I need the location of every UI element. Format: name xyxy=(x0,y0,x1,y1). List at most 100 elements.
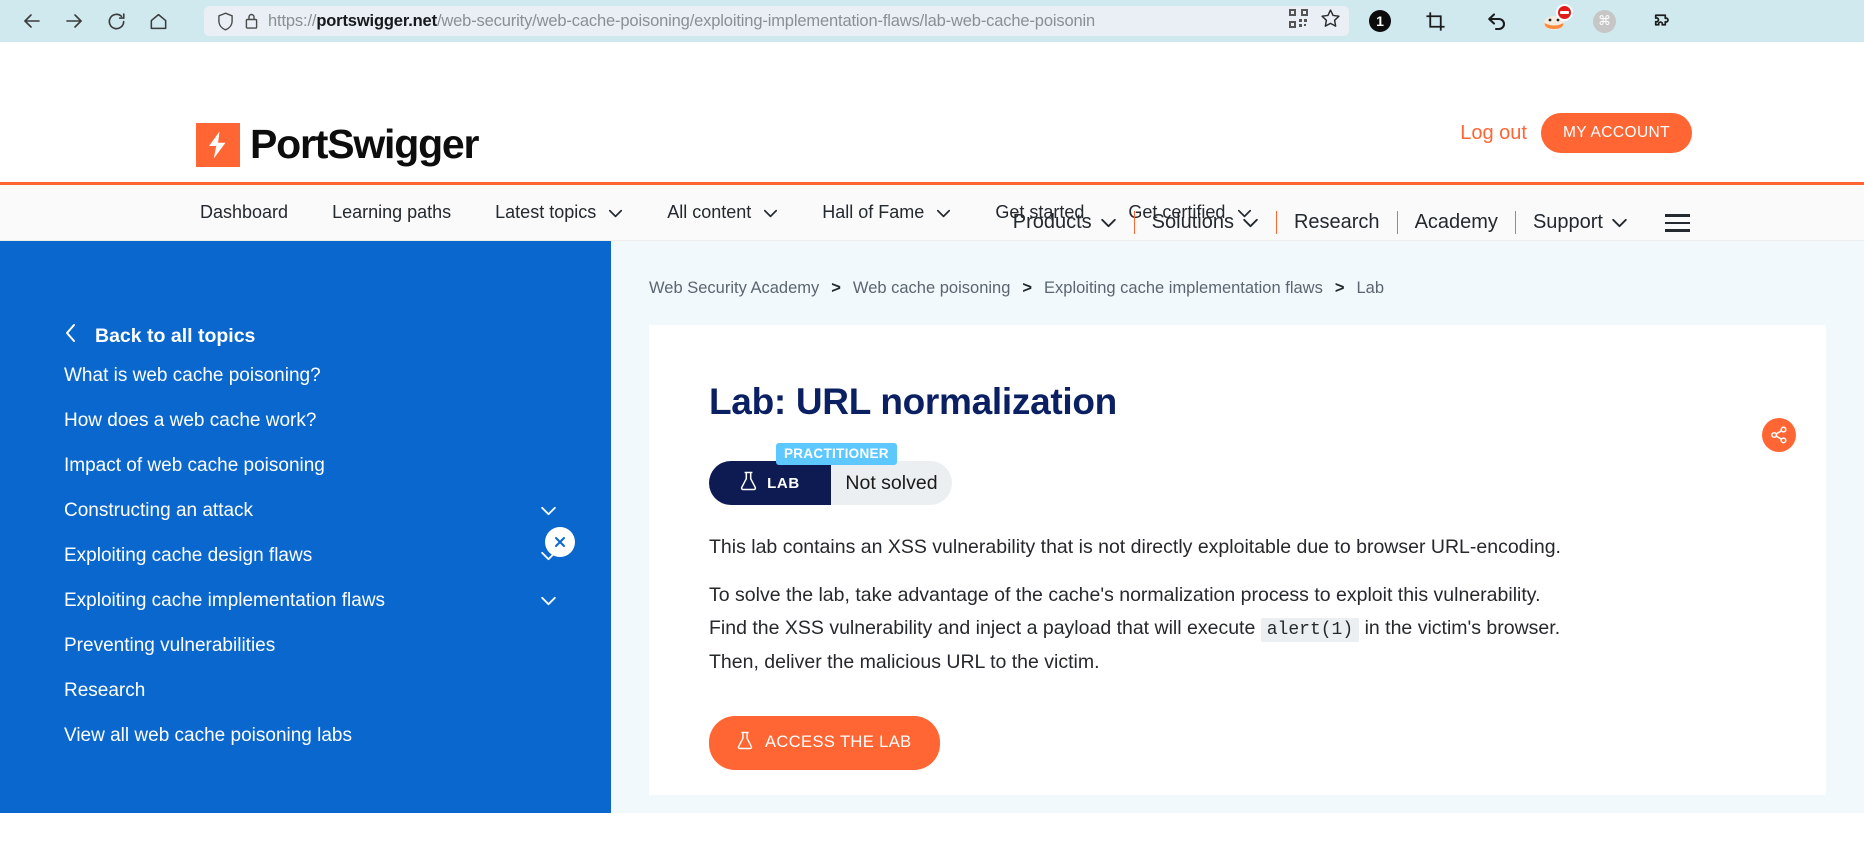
academy-nav-label: All content xyxy=(667,202,752,222)
breadcrumb-item: Lab xyxy=(1356,279,1385,297)
chevron-down-icon xyxy=(1242,211,1259,234)
academy-nav-label: Hall of Fame xyxy=(822,202,925,222)
url-scheme: https:// xyxy=(268,11,317,30)
breadcrumb: Web Security Academy > Web cache poisoning… xyxy=(611,241,1864,298)
portswigger-logo[interactable]: PortSwigger xyxy=(196,121,479,168)
sidebar-item-label: Constructing an attack xyxy=(64,499,254,521)
academy-nav-latest-topics[interactable]: Latest topics xyxy=(495,202,623,223)
account-area: Log out MY ACCOUNT xyxy=(1460,113,1692,153)
breadcrumb-item[interactable]: Web Security Academy xyxy=(649,279,819,298)
chevron-down-icon xyxy=(763,202,778,223)
main-navigation: Products Solutions Research Academy Support xyxy=(996,210,1692,236)
topic-sidebar: Back to all topics What is web cache poi… xyxy=(0,241,611,813)
academy-nav-all-content[interactable]: All content xyxy=(667,202,778,223)
page-title: Lab: URL normalization xyxy=(709,381,1117,422)
alert-code-snippet: alert(1) xyxy=(1260,618,1360,643)
sidebar-item-exploiting-cache-implementation-flaws[interactable]: Exploiting cache implementation flaws xyxy=(0,578,611,623)
lab-description-1: This lab contains an XSS vulnerability t… xyxy=(709,536,1561,558)
reload-icon[interactable] xyxy=(98,6,134,36)
flask-icon xyxy=(740,471,757,495)
breadcrumb-item[interactable]: Exploiting cache implementation flaws xyxy=(1044,279,1323,298)
forward-icon[interactable] xyxy=(56,6,92,36)
breadcrumb-separator: > xyxy=(1022,279,1033,297)
address-bar[interactable]: https://portswigger.net/web-security/web… xyxy=(204,6,1349,36)
sidebar-item-label: Impact of web cache poisoning xyxy=(64,454,325,476)
main-content: Web Security Academy > Web cache poisoning… xyxy=(611,241,1864,813)
back-to-all-topics-link[interactable]: Back to all topics xyxy=(0,319,611,353)
lightning-bolt-icon xyxy=(196,122,240,167)
academy-nav-dashboard[interactable]: Dashboard xyxy=(200,202,288,223)
home-icon[interactable] xyxy=(140,6,176,36)
academy-nav-hall-of-fame[interactable]: Hall of Fame xyxy=(822,202,951,223)
sidebar-item-preventing-vulnerabilities[interactable]: Preventing vulnerabilities xyxy=(0,623,611,668)
tracking-shield-icon[interactable] xyxy=(212,11,238,31)
sidebar-item-research[interactable]: Research xyxy=(0,668,611,713)
hamburger-menu-icon[interactable] xyxy=(1663,210,1692,236)
nav-item-label: Products xyxy=(1012,211,1092,234)
blocked-badge-icon xyxy=(1556,4,1573,21)
chevron-down-icon xyxy=(608,202,623,223)
nav-item-products[interactable]: Products xyxy=(996,211,1134,234)
difficulty-badge: PRACTITIONER xyxy=(776,443,897,465)
lab-card: Lab: URL normalization PRACTITIONER LAB … xyxy=(649,325,1826,795)
nav-item-support[interactable]: Support xyxy=(1516,211,1645,234)
back-label: Back to all topics xyxy=(95,324,256,347)
sidebar-item-constructing-an-attack[interactable]: Constructing an attack xyxy=(0,488,611,533)
sidebar-item-impact-of-web-cache-poisoning[interactable]: Impact of web cache poisoning xyxy=(0,443,611,488)
sidebar-item-label: How does a web cache work? xyxy=(64,409,317,431)
nav-item-research[interactable]: Research xyxy=(1277,211,1397,234)
chevron-down-icon xyxy=(540,500,557,522)
academy-nav-learning-paths[interactable]: Learning paths xyxy=(332,202,451,223)
sidebar-item-how-does-a-web-cache-work[interactable]: How does a web cache work? xyxy=(0,398,611,443)
ublock-origin-icon[interactable] xyxy=(1541,4,1573,33)
academy-nav-label: Learning paths xyxy=(332,202,452,222)
sidebar-item-view-all-web-cache-poisoning-labs[interactable]: View all web cache poisoning labs xyxy=(0,713,611,758)
access-the-lab-label: ACCESS THE LAB xyxy=(765,733,912,752)
sidebar-item-label: View all web cache poisoning labs xyxy=(64,724,352,746)
brand-name: PortSwigger xyxy=(250,121,479,167)
academy-nav-label: Latest topics xyxy=(495,202,597,222)
chevron-down-icon xyxy=(936,202,951,223)
chevron-down-icon xyxy=(540,590,557,612)
sidebar-item-exploiting-cache-design-flaws[interactable]: Exploiting cache design flaws xyxy=(0,533,611,578)
chevron-left-icon xyxy=(64,323,77,349)
nav-item-label: Academy xyxy=(1414,211,1498,234)
lock-icon[interactable] xyxy=(238,12,264,30)
my-account-button[interactable]: MY ACCOUNT xyxy=(1540,113,1692,153)
puzzle-extensions-icon[interactable] xyxy=(1642,6,1678,36)
access-the-lab-button[interactable]: ACCESS THE LAB xyxy=(709,715,940,770)
browser-extensions-toolbar: 1 ⌘ xyxy=(1369,4,1684,36)
url-path: /web-security/web-cache-poisoning/exploi… xyxy=(436,11,1096,30)
browser-toolbar: https://portswigger.net/web-security/web… xyxy=(0,0,1864,42)
back-icon[interactable] xyxy=(14,6,50,36)
lab-status-group: PRACTITIONER LAB Not solved xyxy=(709,443,952,505)
site-header: PortSwigger Log out MY ACCOUNT Products S… xyxy=(0,42,1864,235)
sidebar-item-label: Exploiting cache design flaws xyxy=(64,544,313,566)
chevron-down-icon xyxy=(1611,211,1628,234)
lab-pill-label: LAB xyxy=(767,474,800,492)
sidebar-item-label: Exploiting cache implementation flaws xyxy=(64,589,386,611)
nav-item-label: Solutions xyxy=(1151,211,1234,234)
share-icon[interactable] xyxy=(1762,418,1796,452)
bookmark-star-icon[interactable] xyxy=(1320,8,1341,34)
undo-arrow-icon[interactable] xyxy=(1479,6,1515,36)
breadcrumb-separator: > xyxy=(1334,279,1345,297)
nav-item-academy[interactable]: Academy xyxy=(1398,211,1515,234)
chevron-down-icon xyxy=(540,545,557,567)
sidebar-item-label: What is web cache poisoning? xyxy=(64,364,321,386)
nav-item-label: Support xyxy=(1532,211,1603,234)
chevron-down-icon xyxy=(1100,211,1117,234)
command-extension-icon[interactable]: ⌘ xyxy=(1593,9,1616,33)
status-badge: LAB Not solved xyxy=(709,461,952,505)
url-text: https://portswigger.net/web-security/web… xyxy=(268,12,1281,31)
qr-code-icon[interactable] xyxy=(1289,9,1308,33)
lab-description-2: To solve the lab, take advantage of the … xyxy=(709,579,1564,680)
extension-count-badge[interactable]: 1 xyxy=(1369,10,1391,32)
breadcrumb-item[interactable]: Web cache poisoning xyxy=(853,279,1010,298)
sidebar-item-label: Research xyxy=(64,679,146,701)
screenshot-crop-icon[interactable] xyxy=(1417,6,1453,36)
sidebar-item-what-is-web-cache-poisoning[interactable]: What is web cache poisoning? xyxy=(0,353,611,398)
nav-item-solutions[interactable]: Solutions xyxy=(1135,211,1276,234)
academy-nav-label: Dashboard xyxy=(200,202,289,222)
logout-link[interactable]: Log out xyxy=(1460,122,1527,145)
